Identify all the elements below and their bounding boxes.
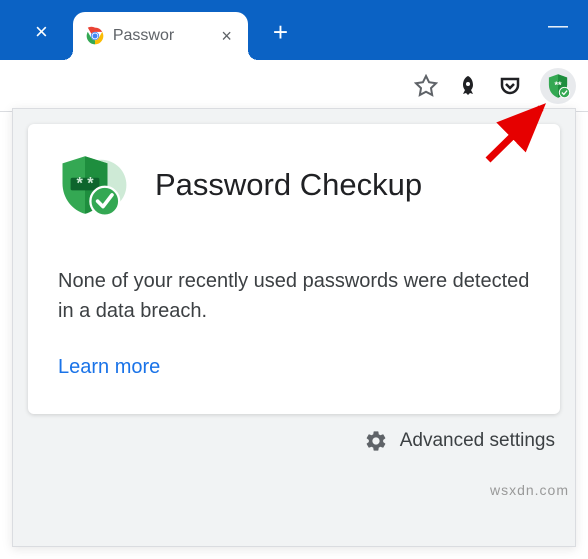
watermark-text: wsxdn.com bbox=[490, 482, 569, 498]
popup-body-text: None of your recently used passwords wer… bbox=[58, 266, 530, 326]
tab-close-icon[interactable]: × bbox=[217, 26, 236, 47]
gear-icon[interactable] bbox=[364, 429, 388, 453]
tabs-area: × Passwor × + bbox=[0, 0, 288, 60]
extension-popup: * * Password Checkup None of your recent… bbox=[12, 108, 576, 547]
popup-title: Password Checkup bbox=[155, 167, 422, 203]
password-checkup-extension-button[interactable]: ** bbox=[540, 68, 576, 104]
browser-toolbar: ** bbox=[0, 60, 588, 112]
chrome-favicon-icon bbox=[85, 26, 105, 46]
shield-check-icon: * * bbox=[58, 149, 130, 221]
browser-title-bar: — × Passwor × + bbox=[0, 0, 588, 60]
advanced-settings-link[interactable]: Advanced settings bbox=[400, 430, 555, 452]
minimize-button[interactable]: — bbox=[548, 15, 568, 38]
active-tab[interactable]: Passwor × bbox=[73, 12, 248, 60]
popup-card: * * Password Checkup None of your recent… bbox=[28, 124, 560, 414]
popup-footer: Advanced settings bbox=[13, 429, 575, 467]
tab-title: Passwor bbox=[113, 27, 209, 45]
popup-header: * * Password Checkup bbox=[58, 149, 530, 221]
pocket-icon[interactable] bbox=[498, 74, 522, 98]
svg-text:* *: * * bbox=[76, 175, 94, 193]
rocket-icon[interactable] bbox=[456, 74, 480, 98]
learn-more-link[interactable]: Learn more bbox=[58, 356, 160, 378]
bookmark-star-icon[interactable] bbox=[414, 74, 438, 98]
